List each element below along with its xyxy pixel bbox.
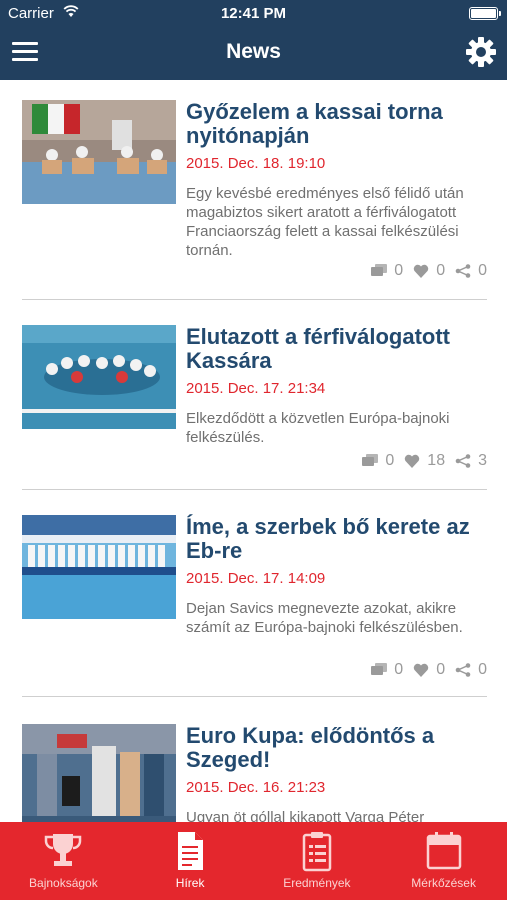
article-description: Elkezdődött a közvetlen Európa-bajnoki f…: [186, 410, 450, 446]
tab-bar: Bajnokságok Hírek Eredmények Mérkőzések: [0, 822, 507, 900]
comment-count: 0: [385, 452, 395, 469]
article-title[interactable]: Győzelem a kassai torna nyitónapján: [186, 100, 491, 148]
article-thumbnail[interactable]: [22, 515, 176, 619]
clock: 12:41 PM: [220, 5, 287, 22]
news-item[interactable]: Íme, a szerbek bő kerete az Eb-re 2015. …: [0, 515, 507, 705]
comment-count: 0: [394, 262, 404, 279]
news-item[interactable]: Euro Kupa: elődöntős a Szeged! 2015. Dec…: [0, 724, 507, 822]
heart-icon[interactable]: [413, 264, 429, 278]
news-item[interactable]: Győzelem a kassai torna nyitónapján 2015…: [0, 100, 507, 300]
share-count: 0: [478, 661, 487, 678]
share-icon[interactable]: [455, 454, 471, 468]
status-bar: Carrier 12:41 PM: [0, 0, 507, 28]
article-stats: 0 0 0: [371, 262, 487, 280]
comment-icon[interactable]: [371, 264, 388, 278]
share-count: 3: [478, 452, 487, 469]
comment-icon[interactable]: [371, 663, 388, 677]
article-thumbnail[interactable]: [22, 724, 176, 822]
top-bar: Carrier 12:41 PM News: [0, 0, 507, 80]
news-item[interactable]: Elutazott a férfiválogatott Kassára 2015…: [0, 325, 507, 515]
calendar-icon: [426, 832, 461, 870]
article-stats: 0 18 3: [362, 452, 487, 470]
like-count: 0: [436, 262, 446, 279]
article-stats: 0 0 0: [371, 661, 487, 679]
article-thumbnail[interactable]: [22, 325, 176, 429]
article-description: Egy kevésbé eredményes első félidő után …: [186, 185, 464, 259]
document-icon: [178, 832, 204, 870]
tab-eredmenyek[interactable]: Eredmények: [254, 822, 381, 900]
article-thumbnail[interactable]: [22, 100, 176, 204]
article-date: 2015. Dec. 16. 21:23: [186, 779, 326, 796]
divider: [22, 489, 487, 490]
news-feed[interactable]: Győzelem a kassai torna nyitónapján 2015…: [0, 80, 507, 822]
clipboard-icon: [302, 832, 332, 872]
article-title[interactable]: Elutazott a férfiválogatott Kassára: [186, 325, 491, 373]
page-title: News: [226, 40, 281, 63]
tab-bajnoksagok[interactable]: Bajnokságok: [0, 822, 127, 900]
share-count: 0: [478, 262, 487, 279]
tab-label: Eredmények: [283, 876, 351, 890]
tab-label: Mérkőzések: [411, 876, 476, 890]
article-description: Dejan Savics megnevezte azokat, akikre s…: [186, 600, 463, 636]
battery-icon: [469, 7, 501, 20]
divider: [22, 299, 487, 300]
share-icon[interactable]: [455, 663, 471, 677]
heart-icon[interactable]: [413, 663, 429, 677]
like-count: 0: [436, 661, 446, 678]
article-title[interactable]: Íme, a szerbek bő kerete az Eb-re: [186, 515, 491, 563]
article-date: 2015. Dec. 17. 14:09: [186, 570, 326, 587]
tab-merkozesek[interactable]: Mérkőzések: [380, 822, 507, 900]
article-date: 2015. Dec. 18. 19:10: [186, 155, 326, 172]
tab-label: Hírek: [175, 876, 205, 890]
like-count: 18: [427, 452, 446, 469]
tab-hirek[interactable]: Hírek: [127, 822, 254, 900]
comment-icon[interactable]: [362, 454, 379, 468]
article-date: 2015. Dec. 17. 21:34: [186, 380, 326, 397]
share-icon[interactable]: [455, 264, 471, 278]
article-title[interactable]: Euro Kupa: elődöntős a Szeged!: [186, 724, 491, 772]
heart-icon[interactable]: [404, 454, 420, 468]
settings-gear-icon[interactable]: [465, 36, 497, 68]
comment-count: 0: [394, 661, 404, 678]
article-description: Ugyan öt góllal kikapott Varga Péter: [186, 809, 425, 822]
tab-label: Bajnokságok: [29, 876, 98, 890]
divider: [22, 696, 487, 697]
trophy-icon: [45, 834, 82, 866]
